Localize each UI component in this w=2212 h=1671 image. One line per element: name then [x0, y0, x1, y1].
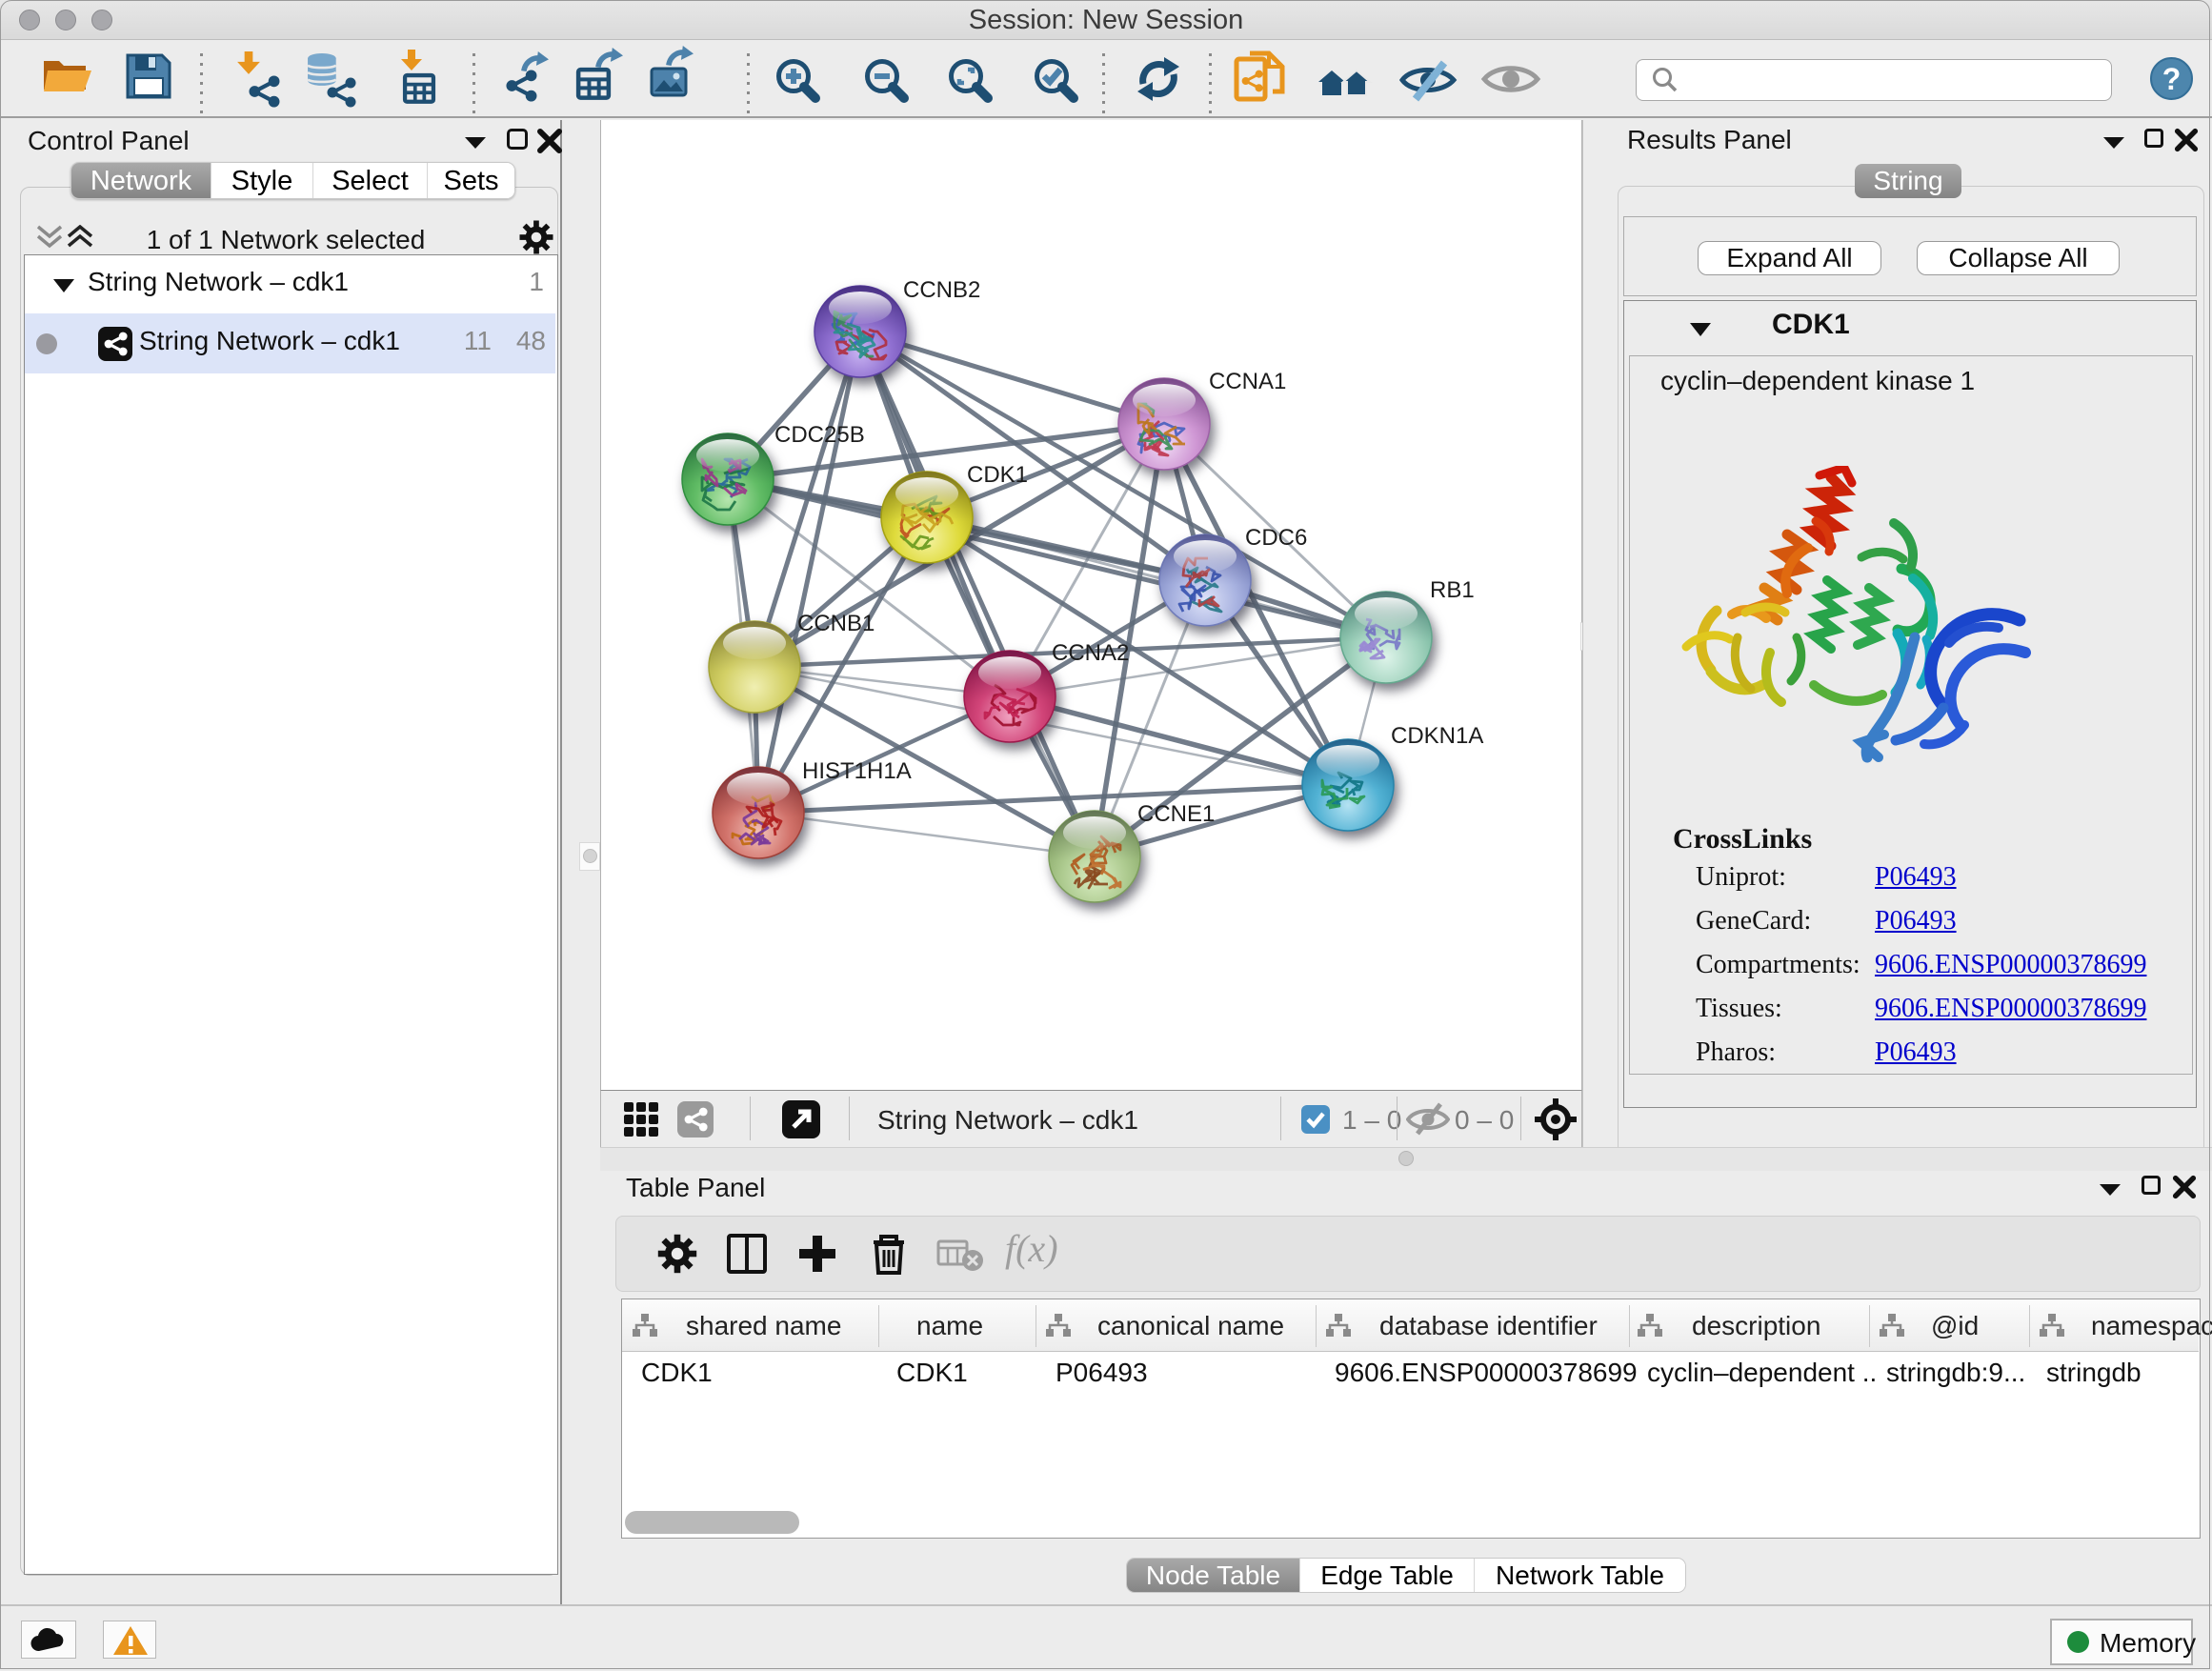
svg-text:CDC6: CDC6	[1245, 525, 1307, 551]
svg-text:CCNB2: CCNB2	[903, 277, 980, 303]
svg-text:CDC25B: CDC25B	[774, 422, 865, 448]
svg-text:CDK1: CDK1	[967, 462, 1028, 488]
svg-text:CCNA1: CCNA1	[1209, 369, 1286, 394]
svg-text:RB1: RB1	[1430, 577, 1475, 603]
svg-text:CDKN1A: CDKN1A	[1391, 723, 1483, 749]
svg-text:CCNA2: CCNA2	[1052, 640, 1129, 666]
svg-text:HIST1H1A: HIST1H1A	[802, 758, 912, 784]
svg-text:CCNE1: CCNE1	[1137, 801, 1215, 827]
svg-text:CCNB1: CCNB1	[797, 611, 875, 636]
